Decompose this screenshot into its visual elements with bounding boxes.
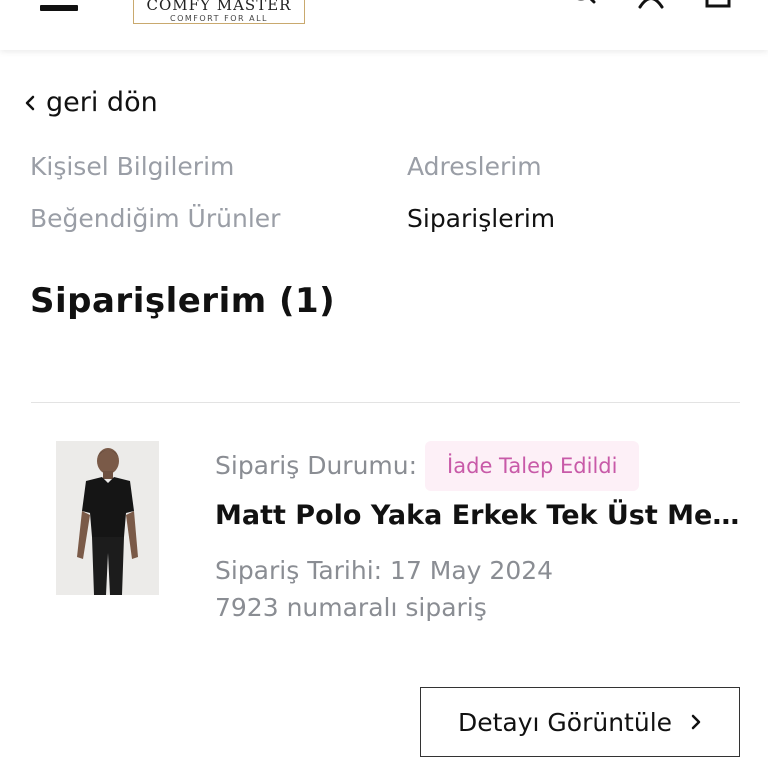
divider	[31, 402, 740, 403]
order-status-row: Sipariş Durumu: İade Talep Edildi	[215, 441, 640, 491]
logo-title: COMFY MASTER	[146, 0, 292, 14]
user-icon[interactable]	[637, 0, 665, 10]
site-header: COMFY MASTER COMFORT FOR ALL	[0, 0, 768, 50]
view-details-button[interactable]: Detayı Görüntüle	[420, 687, 740, 757]
chevron-right-icon	[691, 714, 701, 730]
logo-tagline: COMFORT FOR ALL	[170, 14, 268, 23]
menu-item-personal-info[interactable]: Kişisel Bilgilerim	[30, 152, 234, 182]
status-badge: İade Talep Edildi	[425, 441, 640, 491]
back-link-label: geri dön	[46, 87, 158, 118]
brand-logo[interactable]: COMFY MASTER COMFORT FOR ALL	[133, 0, 305, 24]
order-number: 7923 numaralı sipariş	[215, 593, 487, 622]
page-title: Siparişlerim (1)	[30, 281, 336, 321]
product-name[interactable]: Matt Polo Yaka Erkek Tek Üst Medikal For…	[215, 496, 745, 536]
menu-icon[interactable]	[40, 5, 78, 11]
order-date: Sipariş Tarihi: 17 May 2024	[215, 556, 554, 585]
search-icon[interactable]	[566, 0, 600, 10]
chevron-left-icon	[25, 95, 35, 111]
view-details-label: Detayı Görüntüle	[457, 707, 673, 737]
menu-item-addresses[interactable]: Adreslerim	[407, 152, 542, 182]
back-link[interactable]: geri dön	[22, 86, 158, 120]
menu-item-liked-products[interactable]: Beğendiğim Ürünler	[30, 204, 280, 234]
menu-item-orders[interactable]: Siparişlerim	[407, 204, 555, 234]
cart-icon[interactable]	[704, 0, 732, 10]
order-status-label: Sipariş Durumu:	[215, 451, 418, 480]
product-thumbnail[interactable]	[56, 441, 159, 595]
